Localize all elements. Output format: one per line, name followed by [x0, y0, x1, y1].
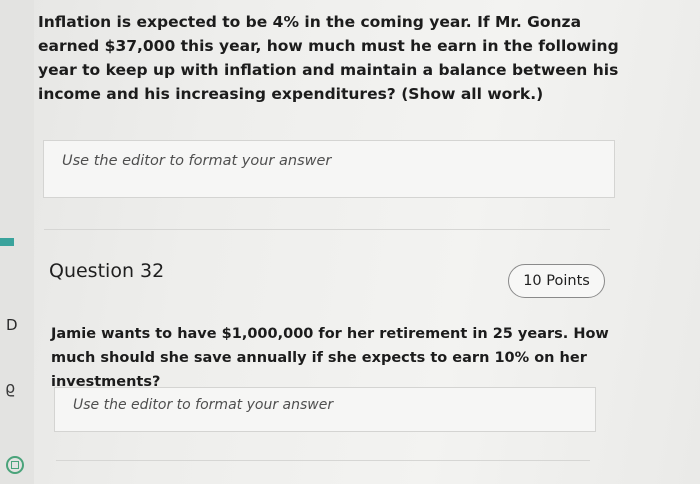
- question-32-text: Jamie wants to have $1,000,000 for her r…: [51, 326, 609, 390]
- rail-letter: D: [6, 316, 18, 334]
- answer-editor-q32[interactable]: Use the editor to format your answer: [54, 387, 596, 432]
- rail-accent-bar: [0, 238, 14, 246]
- question-31-text: Inflation is expected to be 4% in the co…: [38, 13, 619, 103]
- divider: [56, 460, 590, 461]
- answer-placeholder: Use the editor to format your answer: [73, 397, 334, 413]
- divider: [44, 229, 610, 230]
- editor-icon-inner: [11, 461, 19, 469]
- answer-placeholder: Use the editor to format your answer: [62, 153, 332, 169]
- question-32-title: Question 32: [49, 260, 165, 282]
- left-rail: D ϱ: [0, 0, 34, 484]
- points-badge: 10 Points: [508, 264, 605, 298]
- answer-editor-q31[interactable]: Use the editor to format your answer: [43, 140, 615, 198]
- editor-icon[interactable]: [6, 456, 24, 474]
- rail-glyph: ϱ: [5, 378, 16, 397]
